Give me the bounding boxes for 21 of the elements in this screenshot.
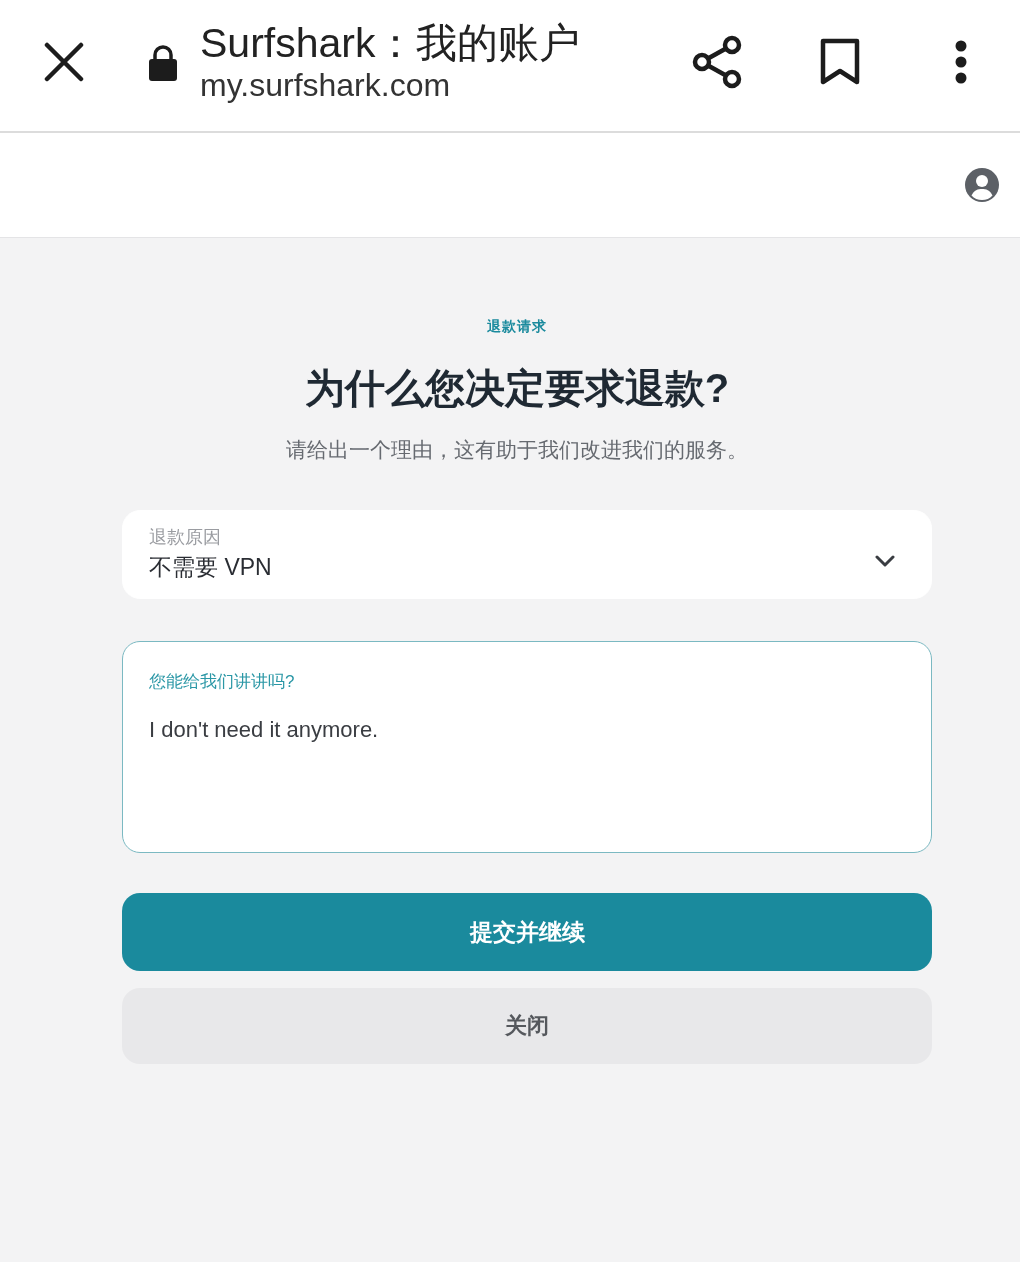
account-button[interactable] xyxy=(965,168,999,202)
lock-icon xyxy=(148,44,178,81)
bookmark-button[interactable] xyxy=(820,37,860,86)
submit-button[interactable]: 提交并继续 xyxy=(122,893,932,971)
account-icon xyxy=(965,168,999,202)
chevron-down-icon xyxy=(875,555,895,567)
page-subtitle: 请给出一个理由，这有助于我们改进我们的服务。 xyxy=(286,437,748,463)
page-title: Surfshark：我的账户 xyxy=(200,18,582,67)
details-text-area[interactable]: 您能给我们讲讲吗? I don't need it anymore. xyxy=(122,641,932,853)
share-icon xyxy=(692,34,744,89)
page-url: my.surfshark.com xyxy=(200,66,452,103)
eyebrow-label: 退款请求 xyxy=(487,318,547,334)
bookmark-icon xyxy=(820,37,860,86)
more-icon xyxy=(954,39,968,84)
reason-select[interactable]: 退款原因 不需要 VPN xyxy=(122,510,932,599)
page-heading: 为什么您决定要求退款? xyxy=(304,365,730,412)
more-menu-button[interactable] xyxy=(954,39,968,84)
close-form-button[interactable]: 关闭 xyxy=(122,988,932,1064)
close-button[interactable] xyxy=(44,41,84,82)
close-icon xyxy=(44,41,84,82)
share-button[interactable] xyxy=(692,34,744,89)
